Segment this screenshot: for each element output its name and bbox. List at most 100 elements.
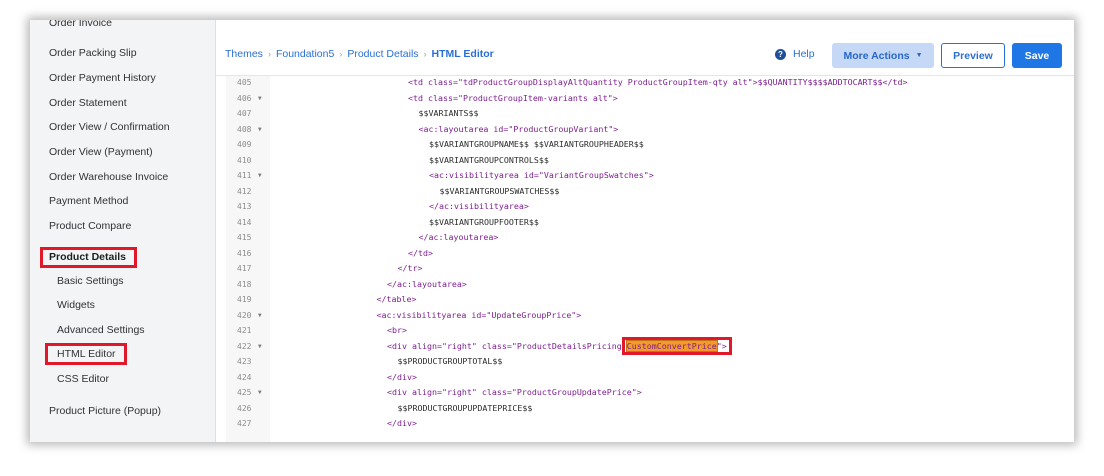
code-line[interactable]: 415 </ac:layoutarea> <box>226 230 1074 246</box>
code-line[interactable]: 427 </div> <box>226 416 1074 432</box>
more-actions-button[interactable]: More Actions ▼ <box>832 43 934 68</box>
sidebar-item[interactable]: Widgets <box>57 298 95 312</box>
line-number: 407 <box>237 109 252 118</box>
code-line[interactable]: 423 $$PRODUCTGROUPTOTAL$$ <box>226 354 1074 370</box>
sidebar-item[interactable]: Product Picture (Popup) <box>49 404 161 418</box>
code-text: $$VARIANTS$$ <box>419 106 479 122</box>
code-line[interactable]: 418 </ac:layoutarea> <box>226 277 1074 293</box>
code-text: $$PRODUCTGROUPUPDATEPRICE$$ <box>398 401 533 417</box>
sidebar-item[interactable]: Payment Method <box>49 194 128 208</box>
code-segment: $$VARIANTGROUPCONTROLS$$ <box>429 154 549 165</box>
template-sidebar: Order Invoice Order Packing Slip Order Pay… <box>30 20 216 442</box>
code-line[interactable]: 426 $$PRODUCTGROUPUPDATEPRICE$$ <box>226 401 1074 417</box>
code-text: </div> <box>387 416 417 432</box>
chevron-right-icon: › <box>267 49 271 59</box>
code-segment: <td class="ProductGroupItem-variants alt… <box>408 92 618 103</box>
fold-caret-icon[interactable]: ▼ <box>258 308 262 324</box>
line-number: 405 <box>237 78 252 87</box>
sidebar-item[interactable]: Order View / Confirmation <box>49 120 170 134</box>
code-text: </div> <box>387 370 417 386</box>
code-segment: <div align="right" class="ProductDetails… <box>387 340 627 351</box>
code-line[interactable]: 406 ▼ <td class="ProductGroupItem-variants… <box>226 91 1074 107</box>
breadcrumb-item[interactable]: Product Details <box>347 48 418 60</box>
code-segment: $$VARIANTGROUPNAME$$ $$VARIANTGROUPHEADE… <box>429 139 644 149</box>
code-line[interactable]: 416 </td> <box>226 246 1074 262</box>
highlight-html-editor <box>45 343 127 365</box>
code-line[interactable]: 410 $$VARIANTGROUPCONTROLS$$ <box>226 153 1074 169</box>
breadcrumb-item[interactable]: HTML Editor <box>432 48 494 60</box>
code-segment: $$PRODUCTGROUPUPDATEPRICE$$ <box>397 402 533 413</box>
line-number: 416 <box>237 248 252 258</box>
chevron-right-icon: › <box>339 49 343 59</box>
highlight-custom-class <box>621 336 732 355</box>
breadcrumb-item[interactable]: Foundation5 <box>276 48 334 60</box>
preview-button[interactable]: Preview <box>941 43 1005 68</box>
line-number: 418 <box>237 279 252 289</box>
sidebar-item[interactable]: Advanced Settings <box>57 323 145 337</box>
code-line[interactable]: 411 ▼ <ac:visibilityarea id="VariantGroupS… <box>226 168 1074 184</box>
code-text: $$VARIANTGROUPSWATCHES$$ <box>440 184 560 200</box>
sidebar-item[interactable]: Order Packing Slip <box>49 46 137 60</box>
sidebar-item[interactable]: Basic Settings <box>57 274 124 288</box>
code-line[interactable]: 405 <td class="tdProductGroupDisplayAltQu… <box>226 76 1074 91</box>
html-code-editor[interactable]: 405 <td class="tdProductGroupDisplayAltQu… <box>226 76 1074 442</box>
code-line[interactable]: 424 </div> <box>226 370 1074 386</box>
fold-caret-icon[interactable]: ▼ <box>258 339 262 355</box>
sidebar-item[interactable]: Order Warehouse Invoice <box>49 170 168 184</box>
code-text: </table> <box>377 292 417 308</box>
code-segment: </td> <box>408 247 433 258</box>
app-window: Order Invoice Order Packing Slip Order Pay… <box>30 20 1074 442</box>
code-segment: </ac:layoutarea> <box>387 278 467 289</box>
save-button[interactable]: Save <box>1012 43 1062 68</box>
code-segment: </tr> <box>397 263 423 273</box>
line-number: 419 <box>237 295 252 304</box>
code-segment: </div> <box>387 371 417 382</box>
code-line[interactable]: 408 ▼ <ac:layoutarea id="ProductGroupVaria… <box>226 122 1074 138</box>
code-segment: </ac:visibilityarea> <box>429 201 529 211</box>
line-number: 417 <box>237 264 252 273</box>
sidebar-item[interactable]: Order Statement <box>49 96 127 110</box>
code-line[interactable]: 409 $$VARIANTGROUPNAME$$ $$VARIANTGROUPHE… <box>226 137 1074 153</box>
fold-caret-icon[interactable]: ▼ <box>258 385 262 401</box>
line-number: 423 <box>237 357 252 366</box>
breadcrumb-item[interactable]: Themes <box>225 48 263 60</box>
chevron-right-icon: › <box>423 49 427 59</box>
code-line[interactable]: 425 ▼ <div align="right" class="ProductGro… <box>226 385 1074 401</box>
code-text: </td> <box>408 246 433 262</box>
code-text: </ac:layoutarea> <box>387 277 467 293</box>
sidebar-item[interactable]: Product Compare <box>49 219 131 233</box>
sidebar-item[interactable]: Order Invoice <box>49 20 112 30</box>
code-segment: $$PRODUCTGROUPTOTAL$$ <box>397 356 503 366</box>
code-text: $$VARIANTGROUPCONTROLS$$ <box>429 153 549 169</box>
code-text: <ac:visibilityarea id="VariantGroupSwatc… <box>429 168 654 184</box>
code-line[interactable]: 417 </tr> <box>226 261 1074 277</box>
fold-caret-icon[interactable]: ▼ <box>258 122 262 138</box>
sidebar-item[interactable]: Order Payment History <box>49 71 156 85</box>
help-link[interactable]: ? Help <box>775 48 815 60</box>
code-line[interactable]: 407 $$VARIANTS$$ <box>226 106 1074 122</box>
code-line[interactable]: 420 ▼ <ac:visibilityarea id="UpdateGroupPr… <box>226 308 1074 324</box>
code-line[interactable]: 419 </table> <box>226 292 1074 308</box>
line-number: 410 <box>237 155 252 165</box>
code-line[interactable]: 413 </ac:visibilityarea> <box>226 199 1074 215</box>
code-segment: $$VARIANTS$$ <box>418 108 479 118</box>
highlight-product-details <box>40 247 137 268</box>
code-segment: <ac:visibilityarea id="UpdateGroupPrice"… <box>376 309 582 320</box>
code-segment: </div> <box>387 418 417 428</box>
line-number: 409 <box>237 140 252 149</box>
fold-caret-icon[interactable]: ▼ <box>258 91 262 107</box>
code-segment: <ac:visibilityarea id="VariantGroupSwatc… <box>429 170 654 180</box>
code-text: $$VARIANTGROUPFOOTER$$ <box>429 215 539 231</box>
code-line[interactable]: 412 $$VARIANTGROUPSWATCHES$$ <box>226 184 1074 200</box>
code-segment: <div align="right" class="ProductGroupUp… <box>387 387 642 397</box>
code-segment: $$VARIANTGROUPFOOTER$$ <box>429 216 539 227</box>
line-number: 426 <box>237 403 252 413</box>
code-text: </ac:visibilityarea> <box>429 199 529 215</box>
line-number: 424 <box>237 372 252 382</box>
sidebar-item[interactable]: Order View (Payment) <box>49 145 153 159</box>
more-actions-label: More Actions <box>843 49 910 62</box>
sidebar-item[interactable]: CSS Editor <box>57 372 109 386</box>
code-line[interactable]: 414 $$VARIANTGROUPFOOTER$$ <box>226 215 1074 231</box>
fold-caret-icon[interactable]: ▼ <box>258 168 262 184</box>
line-number: 413 <box>237 202 252 211</box>
